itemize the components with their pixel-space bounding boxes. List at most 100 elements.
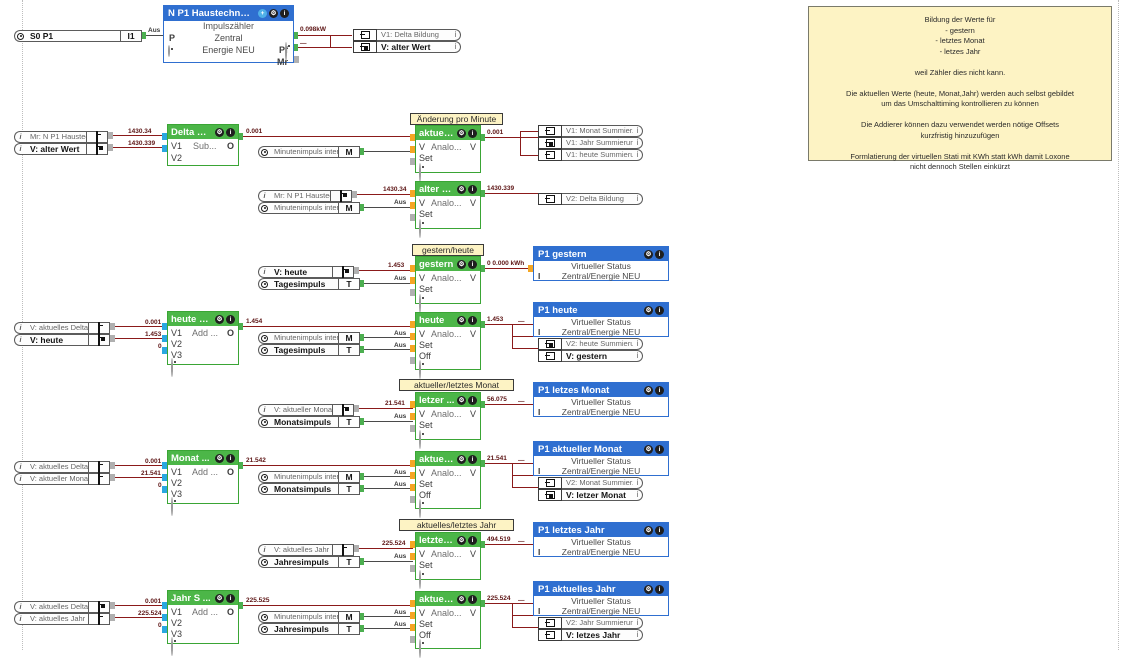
io-ref-v-aktueller-monat-b[interactable]: i V: aktueller Monat (14, 473, 110, 485)
connector-in[interactable] (410, 553, 415, 560)
io-terminal[interactable]: M (338, 471, 360, 483)
diagram-canvas[interactable]: Bildung der Werte für - gestern - letzte… (0, 0, 1128, 658)
block-p1-aktuelles-jahr[interactable]: P1 aktuelles Jahr ⚙ i Virtueller Status … (533, 581, 669, 616)
block-alter-wert[interactable]: alter Wert ⚙ i V Set Analo... V (415, 181, 481, 238)
io-ref-minutenimpuls-4[interactable]: Minutenimpuls intern M (258, 471, 360, 483)
connector-in[interactable] (410, 472, 415, 479)
gear-small-icon[interactable] (168, 45, 170, 57)
io-ref-v2-heute-summ[interactable]: V2: heute Summieru... i (538, 338, 643, 350)
block-header[interactable]: aktuell ... ⚙ i (416, 452, 480, 466)
connector-in[interactable] (410, 496, 415, 503)
info-icon[interactable]: i (226, 127, 235, 137)
connector-in[interactable] (410, 357, 415, 364)
io-endcap-info-icon[interactable]: i (633, 338, 643, 350)
header-icons[interactable]: ⚙ i (455, 454, 477, 464)
io-ref-s0p1[interactable]: S0 P1 I1 (14, 30, 142, 42)
block-header[interactable]: gestern ⚙ i (416, 257, 480, 271)
connector-in[interactable] (410, 541, 415, 548)
connector-in[interactable] (410, 413, 415, 420)
io-terminal[interactable]: T (338, 483, 360, 495)
gear-icon[interactable]: ⚙ (457, 454, 466, 464)
gear-icon[interactable]: ⚙ (457, 259, 466, 269)
connector-in[interactable] (410, 202, 415, 209)
io-ref-v-aktuelles-jahr-b[interactable]: i V: aktuelles Jahr (14, 613, 110, 625)
connector-in[interactable] (410, 321, 415, 328)
io-terminal-box[interactable] (88, 601, 110, 613)
gear-icon[interactable]: ⚙ (215, 127, 224, 137)
header-icons[interactable]: ⚙ i (213, 314, 235, 324)
io-terminal-box[interactable] (538, 193, 562, 205)
header-icons[interactable]: ⚙ i (455, 395, 477, 405)
gear-icon[interactable]: ⚙ (269, 9, 278, 18)
gear-icon[interactable]: ⚙ (457, 594, 466, 604)
block-header[interactable]: Delta B ... ⚙ i (168, 125, 238, 139)
block-options-icon[interactable] (171, 637, 173, 656)
connector-in[interactable] (410, 636, 415, 643)
io-terminal-box[interactable] (86, 143, 108, 155)
block-header[interactable]: P1 aktueller Monat ⚙ i (534, 442, 668, 456)
io-ref-tagesimpuls-1[interactable]: Tagesimpuls T (258, 278, 360, 290)
block-letzte-jahr[interactable]: letzte J ... ⚙ i V Set Analo... V (415, 532, 481, 589)
block-heute-summierung[interactable]: heute S ... ⚙ i V1 V2 V3 Add ... O (167, 311, 239, 377)
gear-icon[interactable]: ⚙ (644, 305, 653, 315)
io-ref-minutenimpuls-3[interactable]: Minutenimpuls intern M (258, 332, 360, 344)
info-icon[interactable]: i (280, 9, 289, 18)
block-options-icon[interactable] (419, 570, 421, 589)
io-terminal[interactable]: M (338, 202, 360, 214)
connector-in[interactable] (410, 401, 415, 408)
connector-in[interactable] (410, 333, 415, 340)
info-icon[interactable]: i (468, 184, 477, 194)
block-jahr-summierung[interactable]: Jahr S ... ⚙ i V1 V2 V3 Add ... O (167, 590, 239, 656)
gear-icon[interactable]: ⚙ (457, 128, 466, 138)
block-header[interactable]: heute ⚙ i (416, 313, 480, 327)
gear-icon[interactable]: ⚙ (457, 315, 466, 325)
info-icon[interactable]: i (655, 385, 664, 395)
header-icons[interactable]: ⚙ i (642, 305, 664, 315)
block-options-icon[interactable] (419, 639, 421, 658)
block-header[interactable]: Monat ... ⚙ i (168, 451, 238, 465)
connector-in[interactable] (162, 335, 167, 342)
io-terminal-box[interactable] (538, 350, 562, 362)
io-terminal[interactable]: T (338, 278, 360, 290)
io-terminal[interactable]: M (338, 611, 360, 623)
header-icons[interactable]: ⚙ i (642, 385, 664, 395)
block-delta-bildung[interactable]: Delta B ... ⚙ i V1 V2 Sub... O (167, 124, 239, 166)
block-p1-aktueller-monat[interactable]: P1 aktueller Monat ⚙ i Virtueller Status… (533, 441, 669, 476)
io-terminal[interactable]: T (338, 416, 360, 428)
io-terminal[interactable]: M (338, 146, 360, 158)
io-terminal[interactable]: I1 (120, 30, 142, 42)
header-icons[interactable]: ⚙ i (455, 535, 477, 545)
info-icon[interactable]: i (468, 535, 477, 545)
connector-in[interactable] (410, 345, 415, 352)
connector-in[interactable] (410, 158, 415, 165)
connector-in[interactable] (410, 190, 415, 197)
io-terminal-box[interactable] (538, 149, 562, 161)
io-ref-mr-haustechnik-2[interactable]: i Mr: N P1 Haustechn... (258, 190, 352, 202)
io-terminal-box[interactable] (332, 544, 354, 556)
connector-in[interactable] (410, 484, 415, 491)
io-terminal-box[interactable] (538, 617, 562, 629)
connector-in[interactable] (410, 134, 415, 141)
header-icons[interactable]: ⚙ i (455, 259, 477, 269)
connector-in[interactable] (162, 474, 167, 481)
io-ref-v-alter-wert-out[interactable]: V: alter Wert i (353, 41, 461, 53)
io-endcap-info-icon[interactable]: i (633, 149, 643, 161)
block-monat-summierung[interactable]: Monat ... ⚙ i V1 V2 V3 Add ... O (167, 450, 239, 516)
block-header[interactable]: alter Wert ⚙ i (416, 182, 480, 196)
io-terminal-box[interactable] (88, 613, 110, 625)
connector-in[interactable] (162, 347, 167, 354)
info-icon[interactable]: i (468, 594, 477, 604)
connector-in[interactable] (162, 602, 167, 609)
info-icon[interactable]: i (468, 395, 477, 405)
io-terminal-box[interactable] (330, 190, 352, 202)
io-ref-v1-monat-summ[interactable]: V1: Monat Summier... i (538, 125, 643, 137)
block-p1-letztes-jahr[interactable]: P1 letztes Jahr ⚙ i Virtueller Status I … (533, 522, 669, 557)
connector-in[interactable] (410, 565, 415, 572)
header-icons[interactable]: ⚙ i (455, 184, 477, 194)
info-icon[interactable]: i (226, 314, 235, 324)
header-icons[interactable]: ⚙ i (455, 128, 477, 138)
block-options-icon[interactable] (419, 219, 421, 238)
gear-icon[interactable]: ⚙ (644, 525, 653, 535)
io-ref-v1-delta-bildung[interactable]: V1: Delta Bildung i (353, 29, 461, 41)
io-ref-v-aktuelles-delta-m[interactable]: i V: aktuelles Delta (14, 461, 110, 473)
